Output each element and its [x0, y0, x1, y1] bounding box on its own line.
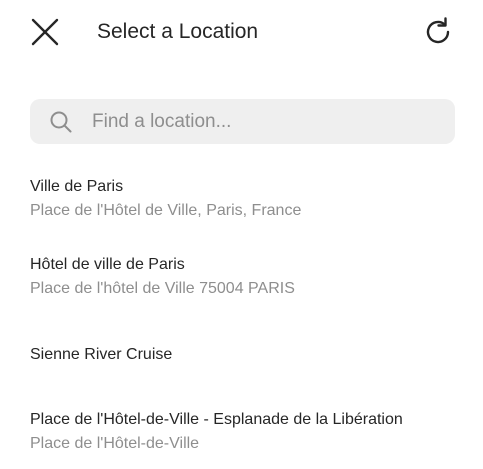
- list-item[interactable]: Place de l'Hôtel-de-Ville - Esplanade de…: [30, 409, 470, 455]
- page-title: Select a Location: [97, 20, 259, 43]
- location-address: Place de l'hôtel de Ville 75004 PARIS: [30, 280, 295, 297]
- location-name: Place de l'Hôtel-de-Ville - Esplanade de…: [30, 411, 403, 428]
- location-results-list: Ville de Paris Place de l'Hôtel de Ville…: [0, 0, 483, 469]
- location-address: Place de l'Hôtel de Ville, Paris, France: [30, 202, 302, 219]
- location-name: Ville de Paris: [30, 178, 124, 195]
- location-address: Place de l'Hôtel-de-Ville: [30, 435, 200, 452]
- close-icon: [31, 18, 59, 46]
- close-button[interactable]: [30, 17, 60, 47]
- list-item[interactable]: Ville de Paris Place de l'Hôtel de Ville…: [30, 176, 470, 222]
- refresh-icon: [426, 17, 450, 44]
- list-item[interactable]: Sienne River Cruise: [30, 344, 470, 366]
- header: Select a Location: [0, 0, 483, 64]
- search-icon: [50, 111, 72, 133]
- search-box[interactable]: [30, 99, 455, 144]
- refresh-button[interactable]: [422, 16, 454, 48]
- location-name: Sienne River Cruise: [30, 346, 173, 363]
- search-input[interactable]: [92, 99, 437, 144]
- list-item[interactable]: Hôtel de ville de Paris Place de l'hôtel…: [30, 254, 470, 300]
- location-name: Hôtel de ville de Paris: [30, 256, 185, 273]
